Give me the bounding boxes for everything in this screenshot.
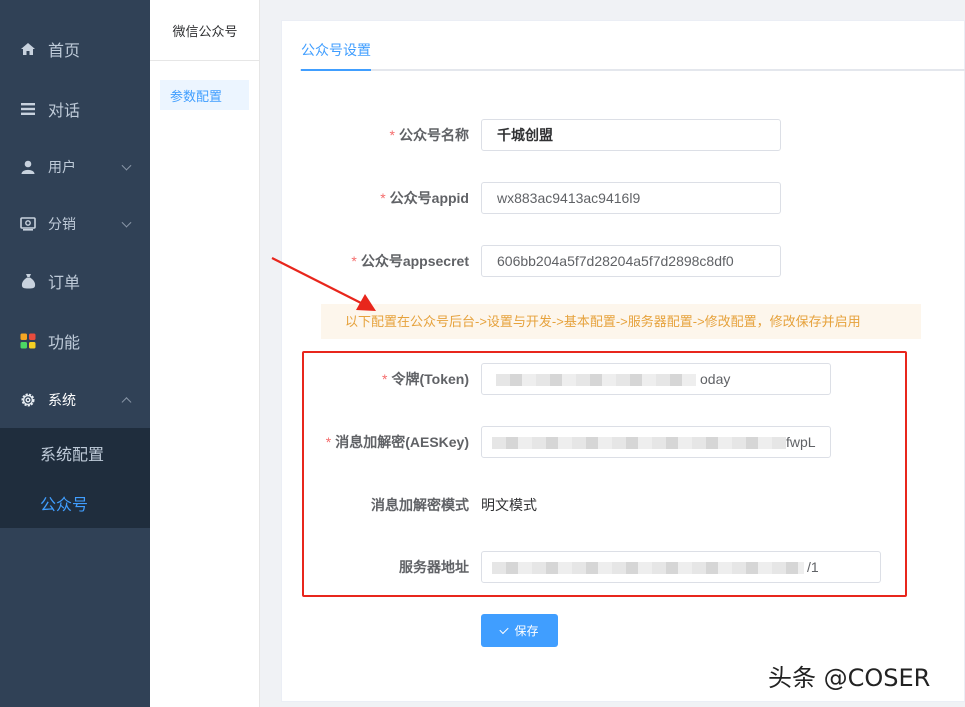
required-mark: * [380, 190, 386, 206]
name-label-text: 公众号名称 [399, 127, 469, 143]
app-root: 首页 对话 用户 分销 订单 功能 系统 系统配置 公众号 微信公众号 参数配置… [0, 0, 965, 707]
aeskey-label-text: 消息加解密(AESKey) [335, 434, 469, 450]
sidebar-item-distribution[interactable]: 分销 [0, 195, 150, 253]
sidebar-item-users[interactable]: 用户 [0, 138, 150, 196]
chevron-down-icon [121, 160, 132, 171]
sidebar-item-label: 功能 [48, 335, 81, 352]
save-button[interactable]: 保存 [481, 614, 558, 647]
server-input[interactable]: /1 [481, 551, 881, 583]
redacted-blur [496, 374, 696, 386]
appsecret-input[interactable] [481, 245, 781, 277]
token-label: * 令牌(Token) [382, 363, 469, 395]
secondary-nav-title: 微信公众号 [150, 0, 260, 61]
apps-icon [18, 333, 38, 349]
submenu-item-system-config[interactable]: 系统配置 [0, 428, 150, 478]
list-icon [18, 103, 38, 115]
token-value-tail: oday [700, 371, 731, 387]
appid-input[interactable] [481, 182, 781, 214]
aeskey-label: * 消息加解密(AESKey) [326, 426, 469, 458]
user-icon [18, 160, 38, 174]
name-input[interactable] [481, 119, 781, 151]
token-input[interactable]: oday [481, 363, 831, 395]
mode-label: 消息加解密模式 [371, 497, 469, 513]
submenu-item-official-account[interactable]: 公众号 [0, 478, 150, 528]
sidebar-item-home[interactable]: 首页 [0, 20, 150, 78]
token-label-text: 令牌(Token) [391, 371, 469, 387]
sidebar-item-label: 首页 [48, 43, 81, 60]
aeskey-input[interactable]: fwpL [481, 426, 831, 458]
secondary-nav-item-params[interactable]: 参数配置 [160, 80, 249, 110]
submenu-item-label: 公众号 [40, 497, 89, 514]
mode-value: 明文模式 [481, 497, 537, 513]
sidebar-item-label: 系统 [48, 392, 76, 408]
check-icon [499, 624, 510, 634]
watermark: 头条 @COSER [768, 664, 931, 692]
annotation-arrow-icon [271, 257, 376, 311]
required-mark: * [382, 371, 388, 387]
sidebar-item-label: 对话 [48, 103, 81, 120]
submenu-item-label: 系统配置 [40, 447, 105, 464]
sidebar-item-label: 分销 [48, 216, 76, 232]
config-notice: 以下配置在公众号后台->设置与开发->基本配置->服务器配置->修改配置，修改保… [321, 304, 921, 339]
appid-label: * 公众号appid [380, 182, 469, 214]
chevron-down-icon [121, 217, 132, 228]
tab-bar [300, 69, 965, 71]
money-bag-icon [18, 273, 38, 289]
secondary-nav: 微信公众号 参数配置 [150, 0, 260, 707]
appid-label-text: 公众号appid [389, 190, 469, 206]
distribution-icon [18, 217, 38, 231]
system-submenu: 系统配置 公众号 [0, 428, 150, 528]
server-label: 服务器地址 [399, 559, 469, 575]
sidebar-item-label: 用户 [48, 159, 76, 175]
name-label: * 公众号名称 [390, 119, 469, 151]
sidebar: 首页 对话 用户 分销 订单 功能 系统 系统配置 公众号 [0, 0, 150, 707]
chevron-up-icon [121, 397, 132, 408]
save-button-label: 保存 [514, 624, 539, 638]
gear-icon [18, 392, 38, 408]
aeskey-value-tail: fwpL [786, 434, 816, 450]
server-value-tail: /1 [807, 559, 819, 575]
sidebar-item-features[interactable]: 功能 [0, 312, 150, 370]
sidebar-item-chat[interactable]: 对话 [0, 80, 150, 138]
required-mark: * [325, 434, 332, 450]
required-mark: * [389, 127, 395, 143]
sidebar-item-orders[interactable]: 订单 [0, 252, 150, 310]
tab-official-account-settings[interactable]: 公众号设置 [301, 40, 371, 71]
sidebar-item-system[interactable]: 系统 [0, 371, 150, 429]
home-icon [18, 41, 38, 57]
sidebar-item-label: 订单 [48, 275, 81, 292]
redacted-blur [492, 562, 804, 574]
redacted-blur [492, 437, 786, 449]
